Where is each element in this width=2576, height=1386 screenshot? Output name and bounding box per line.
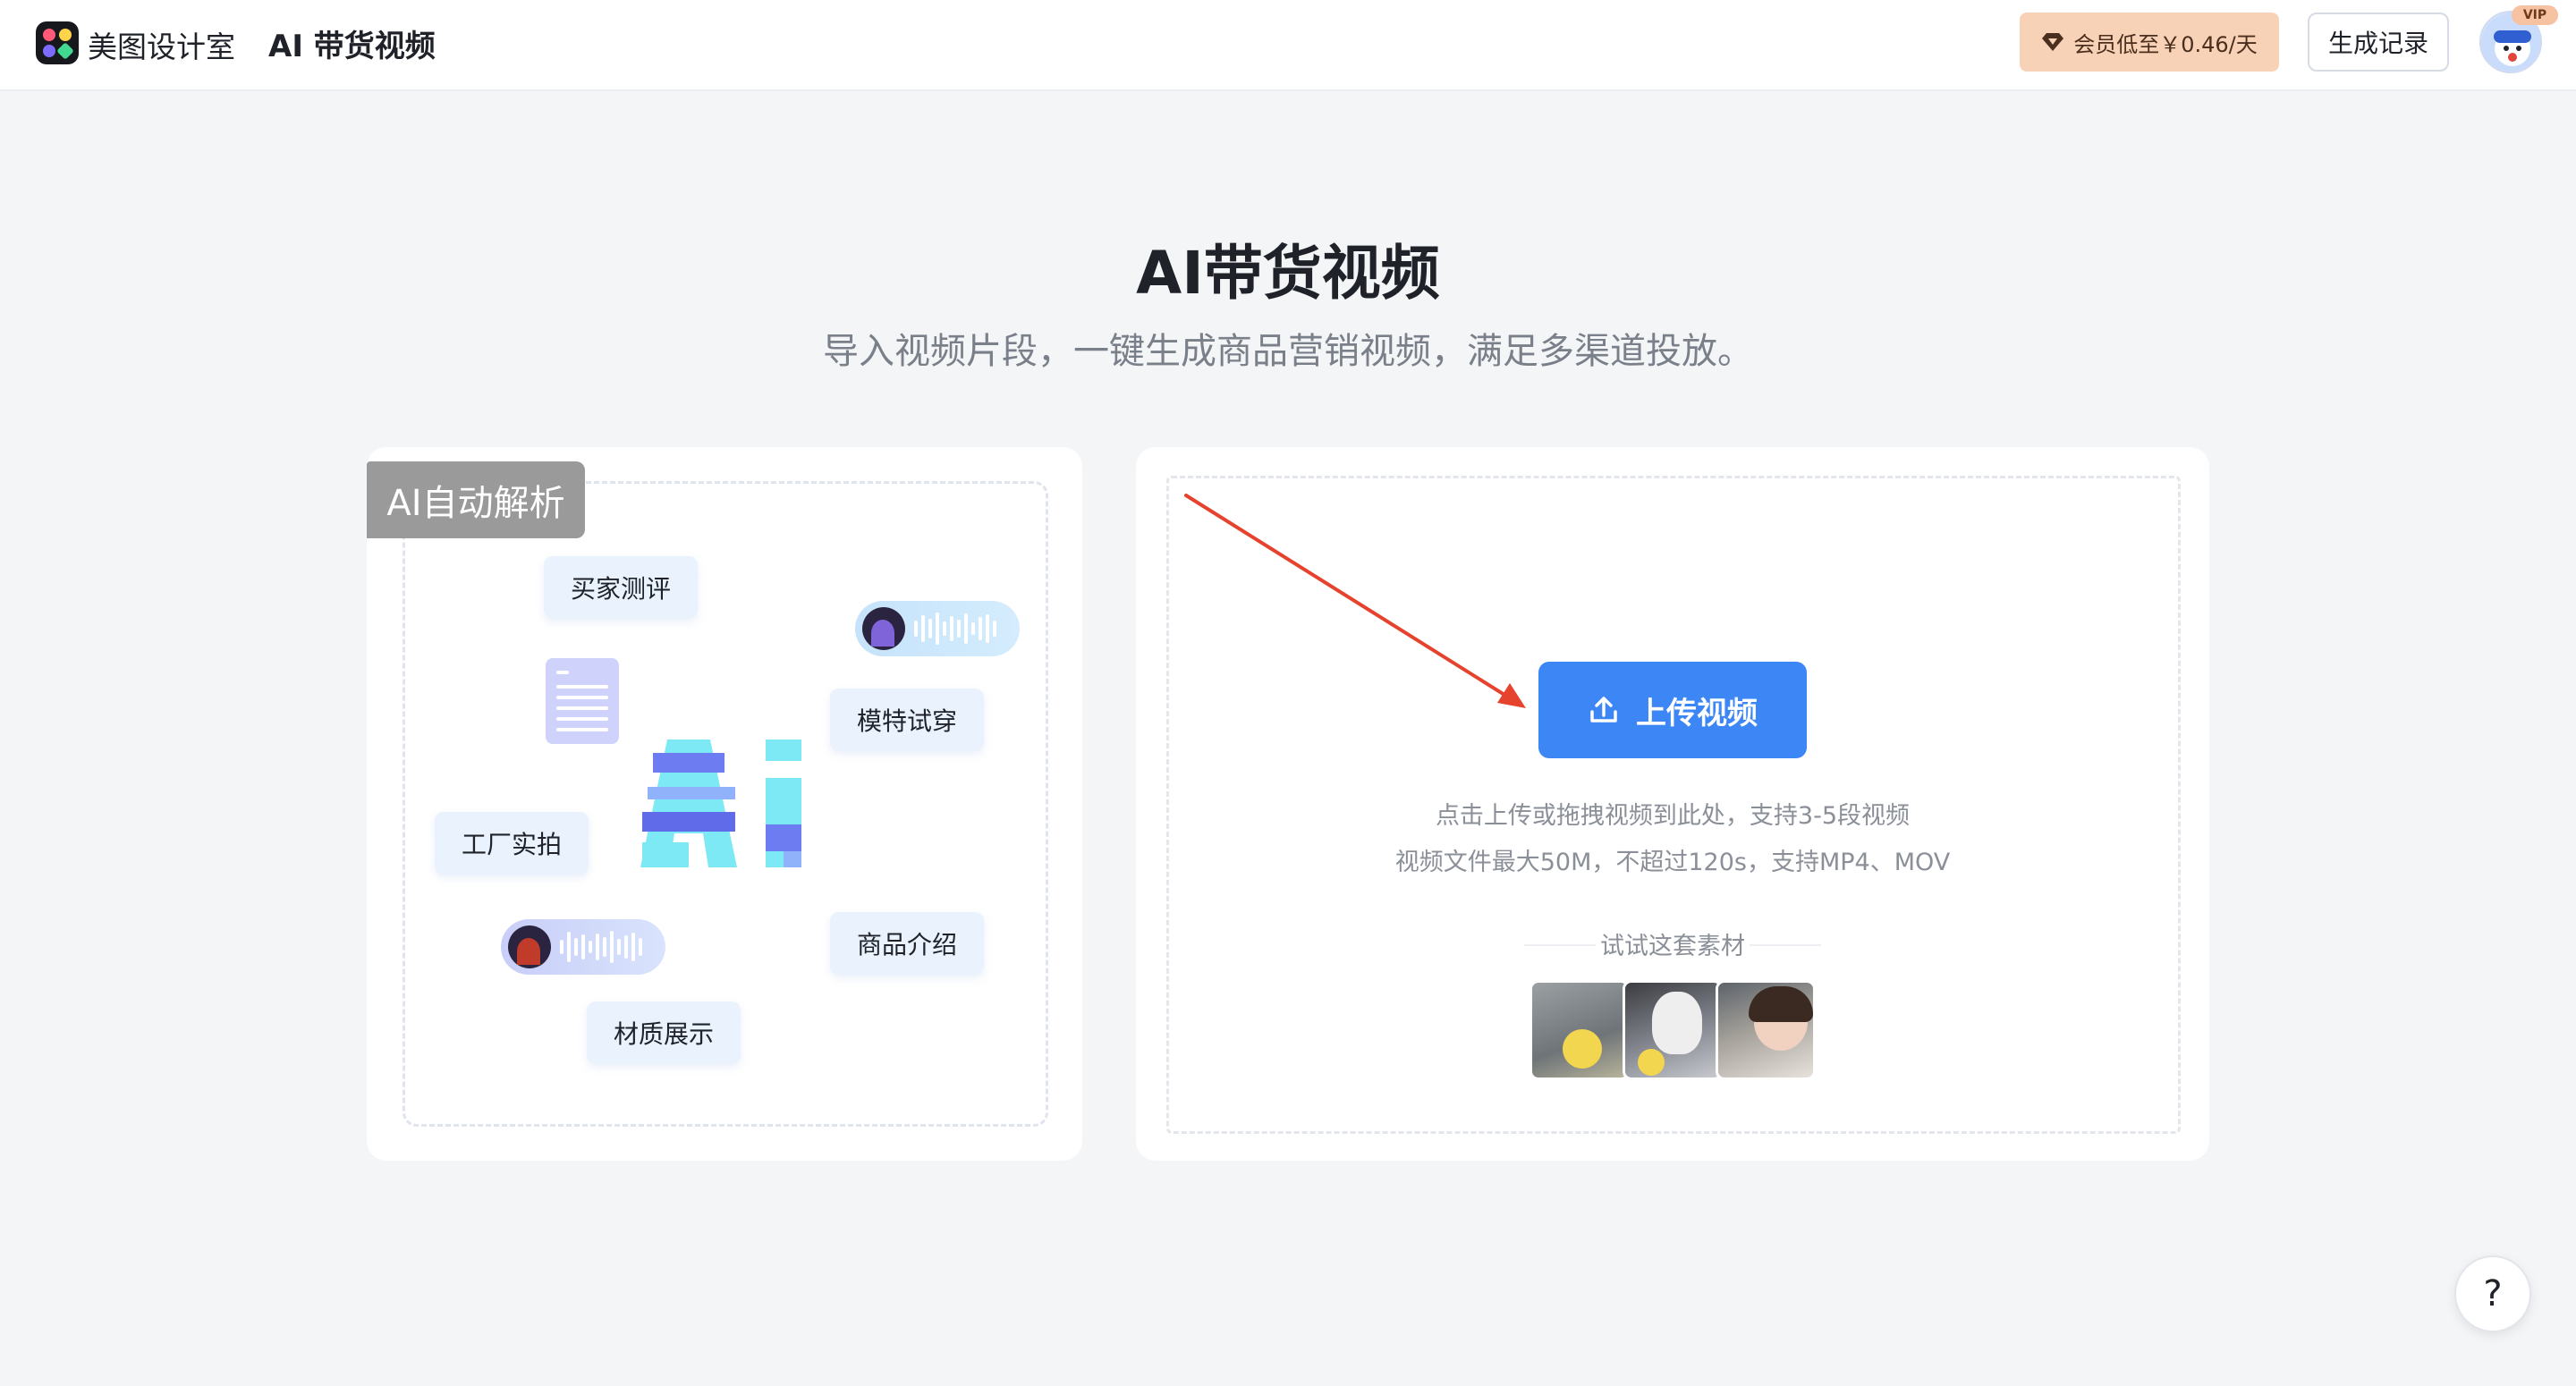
help-button[interactable]: ? <box>2454 1255 2531 1332</box>
annotation-arrow <box>1184 494 1526 708</box>
